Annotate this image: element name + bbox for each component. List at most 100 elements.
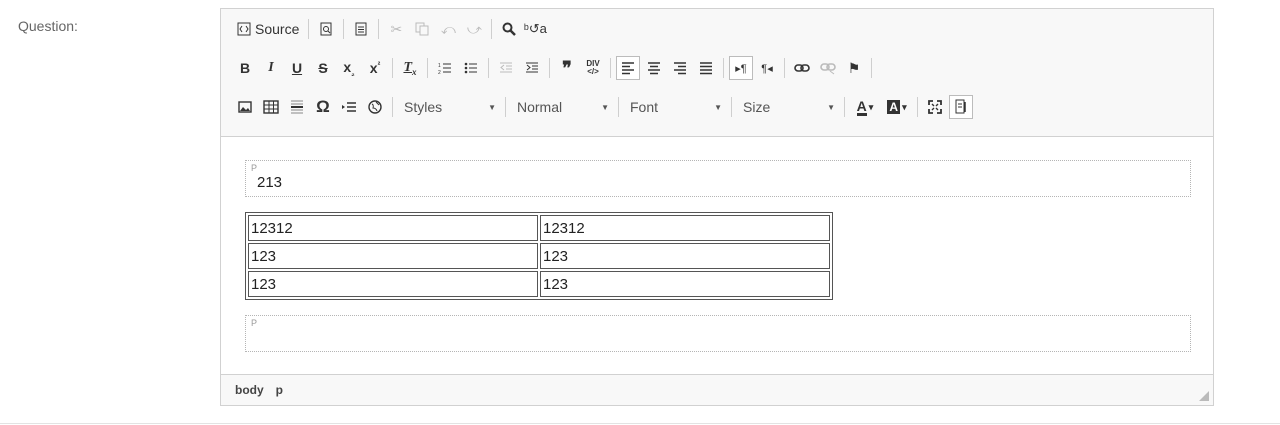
font-dropdown[interactable]: Font ▼ — [624, 95, 728, 119]
source-button[interactable]: Source — [233, 17, 303, 41]
background-color-button[interactable]: A ▾ — [882, 95, 912, 119]
maximize-button[interactable] — [923, 95, 947, 119]
format-dropdown-value: Normal — [517, 99, 563, 115]
subscript-icon: x₂ — [343, 58, 355, 78]
align-center-button[interactable] — [642, 56, 666, 80]
align-right-button[interactable] — [668, 56, 692, 80]
toolbar-separator — [491, 19, 493, 39]
strikethrough-button[interactable]: S — [311, 56, 335, 80]
element-path-body[interactable]: body — [235, 383, 264, 397]
unlink-button[interactable] — [816, 56, 840, 80]
text-color-button[interactable]: A ▾ — [850, 95, 880, 119]
replace-button[interactable]: ᵇ↺a — [523, 17, 547, 41]
templates-button[interactable] — [349, 17, 373, 41]
preview-button[interactable] — [314, 17, 338, 41]
table-cell[interactable]: 12312 — [540, 215, 830, 241]
link-button[interactable] — [790, 56, 814, 80]
strikethrough-icon: S — [318, 60, 328, 76]
divider — [0, 423, 1280, 424]
font-dropdown-value: Font — [630, 99, 659, 115]
italic-button[interactable]: I — [259, 56, 283, 80]
blockquote-button[interactable]: ❞ — [555, 56, 579, 80]
undo-icon: ⤺ — [440, 20, 456, 37]
chevron-down-icon: ▾ — [868, 101, 874, 112]
horizontal-line-icon — [291, 100, 303, 114]
underline-button[interactable]: U — [285, 56, 309, 80]
globe-icon — [368, 100, 382, 114]
find-button[interactable] — [497, 17, 521, 41]
source-button-label: Source — [255, 21, 300, 37]
toolbar-separator — [378, 19, 380, 39]
chevron-down-icon: ▾ — [902, 101, 907, 112]
table-cell[interactable]: 123 — [540, 271, 830, 297]
styles-dropdown-value: Styles — [404, 99, 443, 115]
chevron-down-icon: ▼ — [488, 102, 496, 112]
table-button[interactable] — [259, 95, 283, 119]
size-dropdown[interactable]: Size ▼ — [737, 95, 841, 119]
element-path-bar: body p — [221, 374, 1213, 405]
format-dropdown[interactable]: Normal ▼ — [511, 95, 615, 119]
subscript-button[interactable]: x₂ — [337, 56, 361, 80]
page-break-button[interactable] — [337, 95, 361, 119]
numbered-list-button[interactable]: 12 — [433, 56, 457, 80]
editor-content[interactable]: P 213 12312 12312 123 123 123 123 P — [221, 137, 1213, 375]
anchor-button[interactable]: ⚑ — [842, 56, 866, 80]
svg-text:1: 1 — [438, 63, 441, 69]
text-direction-ltr-icon: ▸¶ — [735, 62, 747, 75]
resize-handle-icon[interactable] — [1199, 391, 1209, 401]
block-tag-label: P — [251, 163, 258, 173]
remove-format-icon: Tx — [403, 59, 417, 77]
table-cell[interactable]: 123 — [248, 243, 538, 269]
horizontal-rule-button[interactable] — [285, 95, 309, 119]
toolbar-separator — [784, 58, 785, 78]
superscript-button[interactable]: x² — [363, 56, 387, 80]
element-path-p[interactable]: p — [276, 383, 283, 397]
undo-button[interactable]: ⤺ — [436, 17, 460, 41]
paragraph-block[interactable]: P — [245, 315, 1191, 352]
bold-button[interactable]: B — [233, 56, 257, 80]
preview-icon — [320, 22, 332, 36]
content-table[interactable]: 12312 12312 123 123 123 123 — [245, 212, 833, 300]
toolbar-separator — [549, 58, 550, 78]
toolbar-separator — [844, 97, 845, 117]
styles-dropdown[interactable]: Styles ▼ — [398, 95, 502, 119]
image-icon — [238, 101, 252, 113]
copy-icon — [415, 22, 429, 36]
show-blocks-icon — [955, 99, 966, 114]
align-left-button[interactable] — [616, 56, 640, 80]
table-cell[interactable]: 12312 — [248, 215, 538, 241]
indent-icon — [526, 62, 538, 73]
bulleted-list-icon — [464, 62, 477, 74]
toolbar-separator — [731, 97, 732, 117]
table-cell[interactable]: 123 — [540, 243, 830, 269]
rtl-button[interactable]: ¶◂ — [755, 56, 779, 80]
redo-button[interactable]: ⤻ — [462, 17, 486, 41]
flag-icon: ⚑ — [847, 59, 861, 76]
toolbar-separator — [610, 58, 611, 78]
special-char-button[interactable]: Ω — [311, 95, 335, 119]
chevron-down-icon: ▼ — [601, 102, 609, 112]
show-blocks-button[interactable] — [949, 95, 973, 119]
remove-format-button[interactable]: Tx — [398, 56, 422, 80]
quote-icon: ❞ — [562, 57, 572, 78]
div-icon: DIV </> — [586, 59, 600, 76]
iframe-button[interactable] — [363, 95, 387, 119]
cut-button[interactable]: ✂ — [384, 17, 408, 41]
scissors-icon: ✂ — [390, 20, 403, 37]
image-button[interactable] — [233, 95, 257, 119]
paragraph-block[interactable]: P 213 — [245, 160, 1191, 197]
rich-text-editor: Source ✂ ⤺ ⤻ ᵇ↺a B I U S x₂ x² Tx 1 2 ❞ … — [220, 8, 1214, 406]
size-dropdown-value: Size — [743, 99, 771, 115]
table-cell[interactable]: 123 — [248, 271, 538, 297]
replace-icon: ᵇ↺a — [523, 21, 547, 36]
bulleted-list-button[interactable] — [459, 56, 483, 80]
background-color-icon: A — [887, 100, 901, 114]
increase-indent-button[interactable] — [520, 56, 544, 80]
create-div-button[interactable]: DIV </> — [581, 56, 605, 80]
question-label: Question: — [18, 18, 78, 34]
decrease-indent-button[interactable] — [494, 56, 518, 80]
justify-button[interactable] — [694, 56, 718, 80]
ltr-button[interactable]: ▸¶ — [729, 56, 753, 80]
copy-button[interactable] — [410, 17, 434, 41]
toolbar-row-1: Source ✂ ⤺ ⤻ ᵇ↺a — [233, 16, 1213, 42]
